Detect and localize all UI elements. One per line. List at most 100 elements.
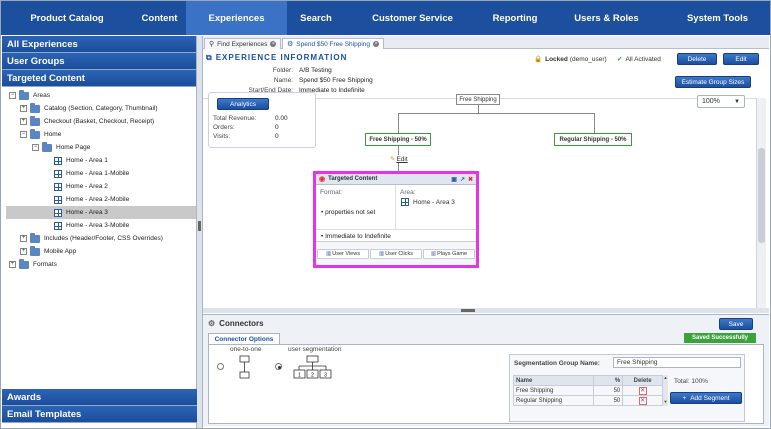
segment-percent[interactable]: 50 <box>592 385 624 396</box>
sidebar-user-groups[interactable]: User Groups <box>2 53 196 70</box>
sidebar-all-experiences[interactable]: All Experiences <box>2 36 196 53</box>
delete-icon[interactable]: ✕ <box>638 386 647 395</box>
orders-label: Orders: <box>213 124 235 131</box>
sidebar-targeted-content[interactable]: Targeted Content <box>2 70 196 87</box>
segmentation-group-name-input[interactable]: Free Shipping <box>613 357 741 368</box>
nav-product-catalog[interactable]: Product Catalog <box>1 1 133 35</box>
tree-node-home[interactable]: − Home <box>20 128 61 141</box>
scroll-down-icon[interactable]: ▼ <box>663 399 668 405</box>
delete-button[interactable]: Delete <box>677 53 717 65</box>
tree-node-checkout[interactable]: + Checkout (Basket, Checkout, Receipt) <box>20 115 154 128</box>
segment-table-wrapper: Name % Delete Free Shipping 50 ✕ Regular… <box>513 375 663 406</box>
folder-icon <box>30 102 40 113</box>
delete-icon[interactable]: ✕ <box>638 396 647 405</box>
nav-search[interactable]: Search <box>287 1 345 35</box>
tree-node-home-page[interactable]: − Home Page <box>32 141 90 154</box>
user-clicks-link[interactable]: ▥ User Clicks <box>370 248 422 259</box>
plays-game-link[interactable]: ▥ Plays Game <box>423 248 475 259</box>
tree-node-area-1[interactable]: Home - Area 1 <box>54 154 108 167</box>
flow-branch-free-shipping[interactable]: Free Shipping - 50% <box>365 133 431 146</box>
name-label: Name: <box>273 77 293 84</box>
area-value: Home - Area 3 <box>401 198 455 206</box>
segment-table: Name % Delete Free Shipping 50 ✕ Regular… <box>513 375 663 406</box>
tree-node-area-2[interactable]: Home - Area 2 <box>54 180 108 193</box>
estimate-group-sizes-button[interactable]: Estimate Group Sizes <box>675 76 751 88</box>
expand-icon[interactable]: + <box>20 235 27 242</box>
connectors-panel: ⚙ Connectors Save Saved Successfully Con… <box>203 314 769 426</box>
flow-branch-regular-shipping[interactable]: Regular Shipping - 50% <box>554 133 632 146</box>
sidebar: All Experiences User Groups Targeted Con… <box>2 36 197 428</box>
area-section: Area: Home - Area 3 <box>398 185 478 229</box>
flow-connector <box>398 113 399 133</box>
svg-text:3: 3 <box>324 373 327 379</box>
add-segment-button[interactable]: + Add Segment <box>670 392 742 404</box>
schedule-text: • Immediate to Indefinite <box>321 233 391 240</box>
expand-icon[interactable]: + <box>20 118 27 125</box>
tab-bar: ⚲ Find Experiences × ⚙ Spend $50 Free Sh… <box>203 36 769 49</box>
tree-node-catalog[interactable]: + Catalog (Section, Category, Thumbnail) <box>20 102 158 115</box>
experience-icon: ⚙ <box>287 41 294 48</box>
scrollbar-thumb[interactable] <box>758 148 765 243</box>
tree-node-area-1-mobile[interactable]: Home - Area 1-Mobile <box>54 167 129 180</box>
tab-find-experiences[interactable]: ⚲ Find Experiences × <box>204 38 282 49</box>
expand-icon[interactable]: + <box>9 261 16 268</box>
svg-text:2: 2 <box>311 373 314 379</box>
horizontal-splitter[interactable] <box>203 308 769 313</box>
close-icon[interactable]: × <box>270 41 277 47</box>
zoom-select[interactable]: 100% ▼ <box>697 95 745 108</box>
save-button[interactable]: Save <box>719 318 753 330</box>
properties-icon[interactable]: ▣ <box>451 176 457 183</box>
nav-customer-service[interactable]: Customer Service <box>345 1 480 35</box>
collapse-icon[interactable]: − <box>9 92 16 99</box>
user-views-link[interactable]: ▥ User Views <box>317 248 369 259</box>
table-row: Regular Shipping 50 ✕ <box>513 395 663 406</box>
sidebar-awards[interactable]: Awards <box>2 389 197 406</box>
search-icon: ⚲ <box>209 41 215 48</box>
close-icon[interactable]: ✖ <box>468 176 473 183</box>
saved-status-badge: Saved Successfully <box>684 333 756 343</box>
edit-button[interactable]: Edit <box>723 53 759 65</box>
tree-node-formats[interactable]: + Formats <box>9 258 57 271</box>
analytics-button[interactable]: Analytics <box>217 98 269 110</box>
flow-root-node[interactable]: Free Shipping <box>456 94 500 105</box>
gear-icon: ⚙ <box>208 319 216 328</box>
visits-value: 0 <box>275 133 279 140</box>
tree-node-includes[interactable]: + Includes (Header/Footer, CSS Overrides) <box>20 232 163 245</box>
scroll-up-icon[interactable]: ▲ <box>663 375 668 381</box>
expand-icon[interactable]: + <box>20 105 27 112</box>
segment-table-header: Name % Delete <box>513 375 663 386</box>
flow-edit-link[interactable]: ✎ Edit <box>389 155 409 163</box>
expand-icon[interactable]: + <box>20 248 27 255</box>
column-name-header: Name <box>513 375 594 386</box>
collapse-icon[interactable]: − <box>32 144 39 151</box>
link-icon[interactable]: ↗ <box>460 176 465 183</box>
content-area-icon <box>54 221 62 230</box>
tree-node-area-3-mobile[interactable]: Home - Area 3-Mobile <box>54 219 129 232</box>
one-to-one-radio[interactable] <box>217 363 224 370</box>
sidebar-email-templates[interactable]: Email Templates <box>2 406 197 423</box>
folder-icon <box>30 115 40 126</box>
close-icon[interactable]: × <box>373 41 380 47</box>
segment-name[interactable]: Regular Shipping <box>513 395 594 406</box>
segment-name[interactable]: Free Shipping <box>513 385 594 396</box>
user-segmentation-radio[interactable] <box>275 363 282 370</box>
format-label: Format: <box>320 189 343 196</box>
splitter-handle[interactable] <box>461 309 475 312</box>
collapse-icon[interactable]: − <box>20 131 27 138</box>
folder-icon <box>30 232 40 243</box>
nav-system-tools[interactable]: System Tools <box>663 1 770 35</box>
segment-percent[interactable]: 50 <box>592 395 624 406</box>
nav-users-roles[interactable]: Users & Roles <box>550 1 663 35</box>
tab-connector-options[interactable]: Connector Options <box>208 333 280 344</box>
nav-experiences[interactable]: Experiences <box>186 1 287 35</box>
tree-node-mobile-app[interactable]: + Mobile App <box>20 245 76 258</box>
nav-content[interactable]: Content <box>133 1 186 35</box>
tree-node-area-3[interactable]: Home - Area 3 <box>6 206 196 219</box>
splitter-handle[interactable] <box>198 221 201 231</box>
canvas-scrollbar[interactable] <box>756 98 766 308</box>
tab-experience[interactable]: ⚙ Spend $50 Free Shipping × <box>282 38 385 49</box>
tree-node-area-2-mobile[interactable]: Home - Area 2-Mobile <box>54 193 129 206</box>
nav-reporting[interactable]: Reporting <box>480 1 550 35</box>
segment-table-scrollbar[interactable]: ▲ ▼ <box>663 375 668 406</box>
tree-node-areas[interactable]: − Areas <box>9 89 50 102</box>
